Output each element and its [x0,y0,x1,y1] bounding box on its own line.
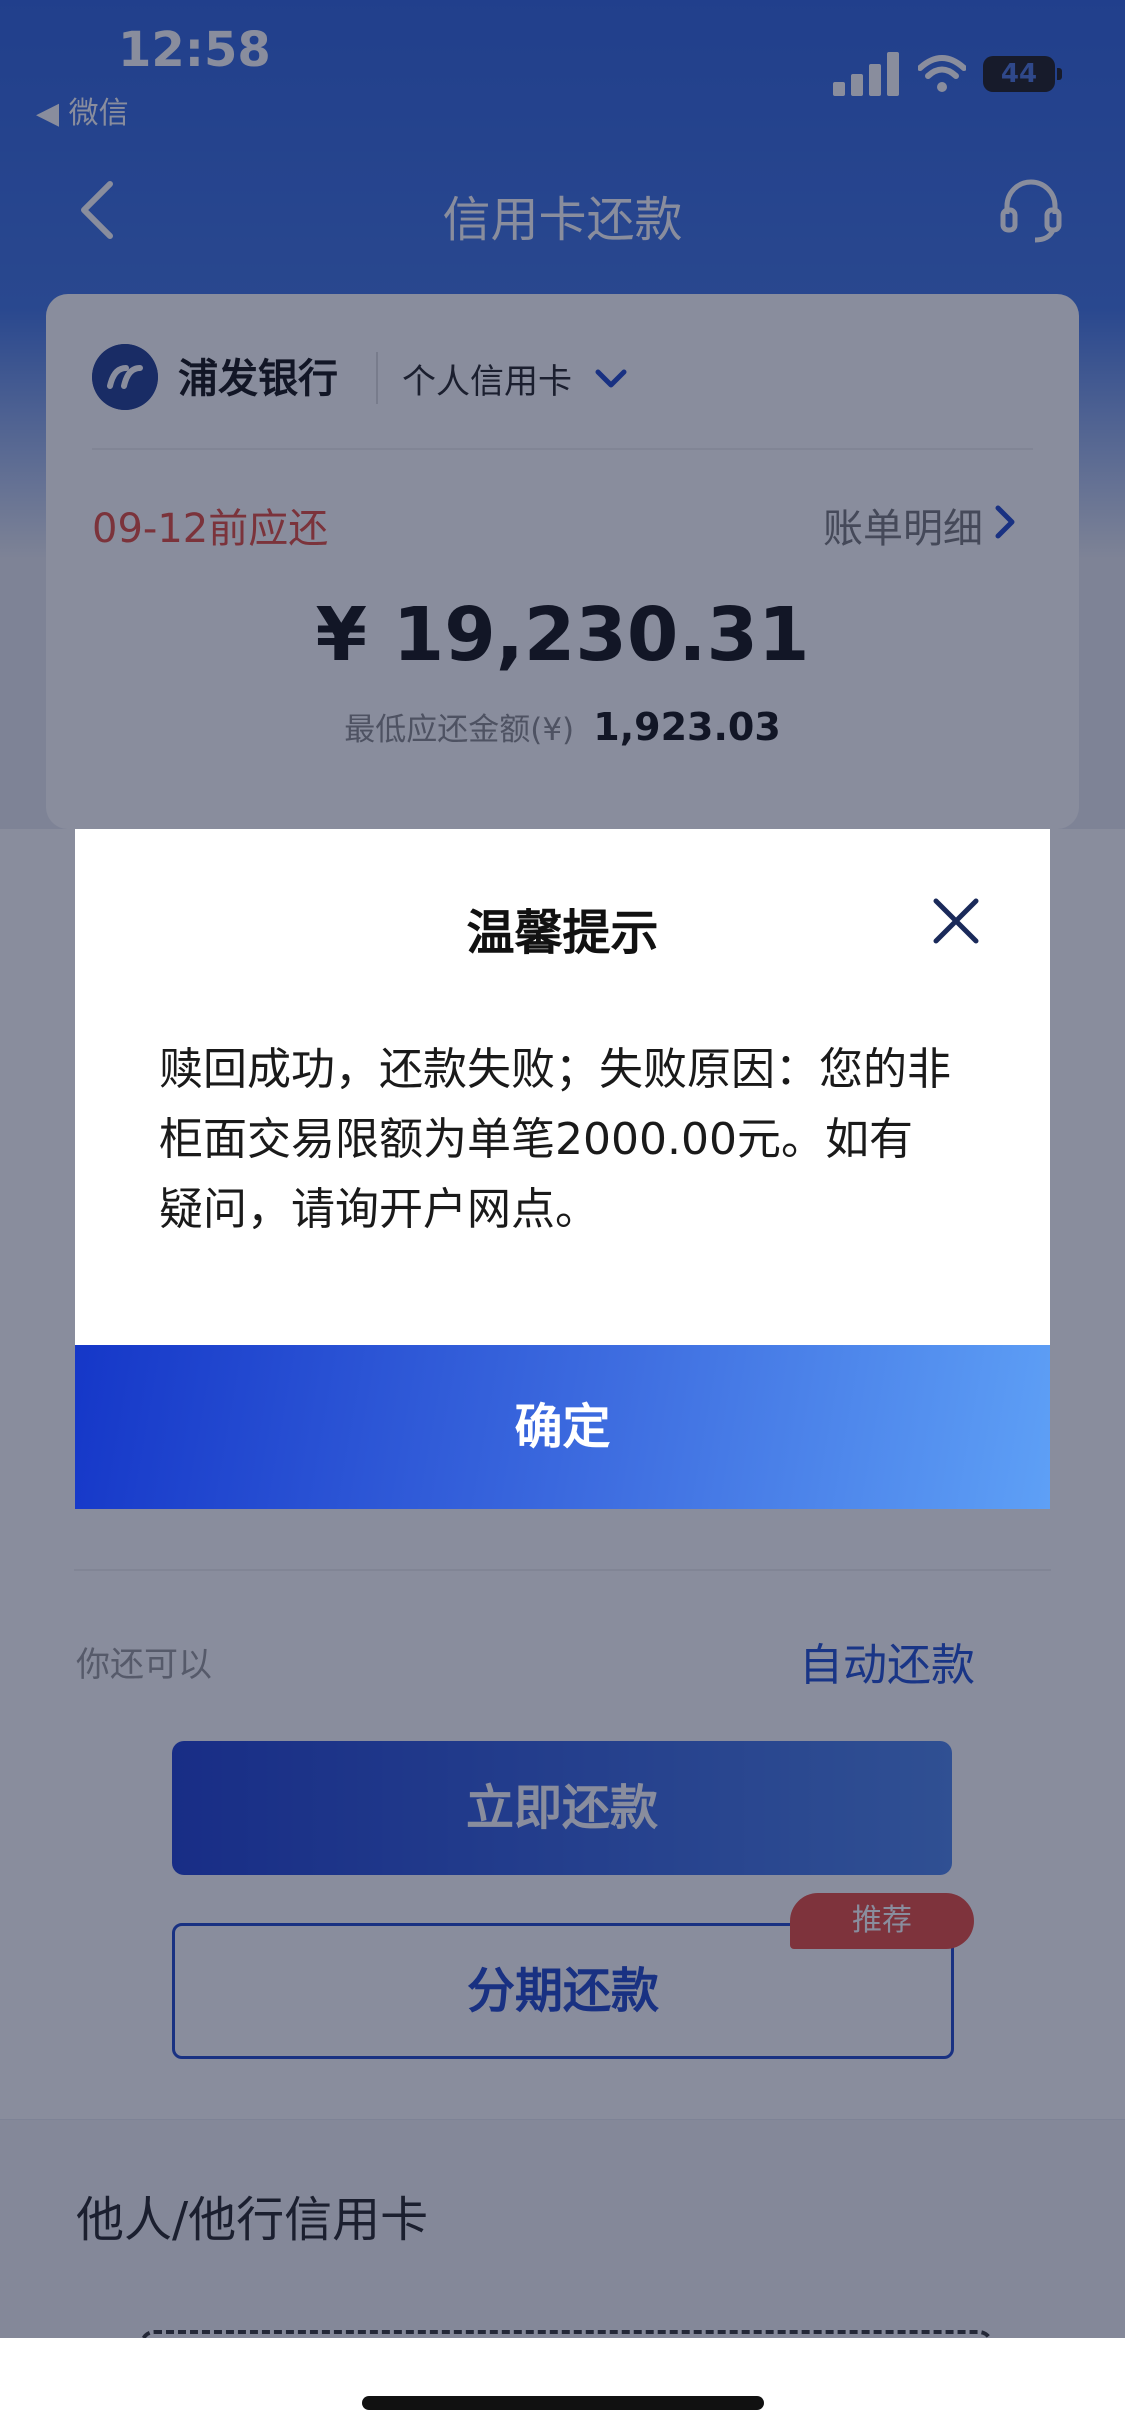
close-icon[interactable] [932,897,980,945]
dialog-title: 温馨提示 [466,905,659,961]
confirm-button[interactable]: 确定 [75,1345,1050,1509]
dialog-message: 赎回成功，还款失败；失败原因：您的非柜面交易限额为单笔2000.00元。如有疑问… [159,1044,951,1235]
notice-dialog: 温馨提示 赎回成功，还款失败；失败原因：您的非柜面交易限额为单笔2000.00元… [75,829,1050,1509]
home-indicator-area [0,2338,1125,2435]
home-indicator[interactable] [362,2396,764,2410]
